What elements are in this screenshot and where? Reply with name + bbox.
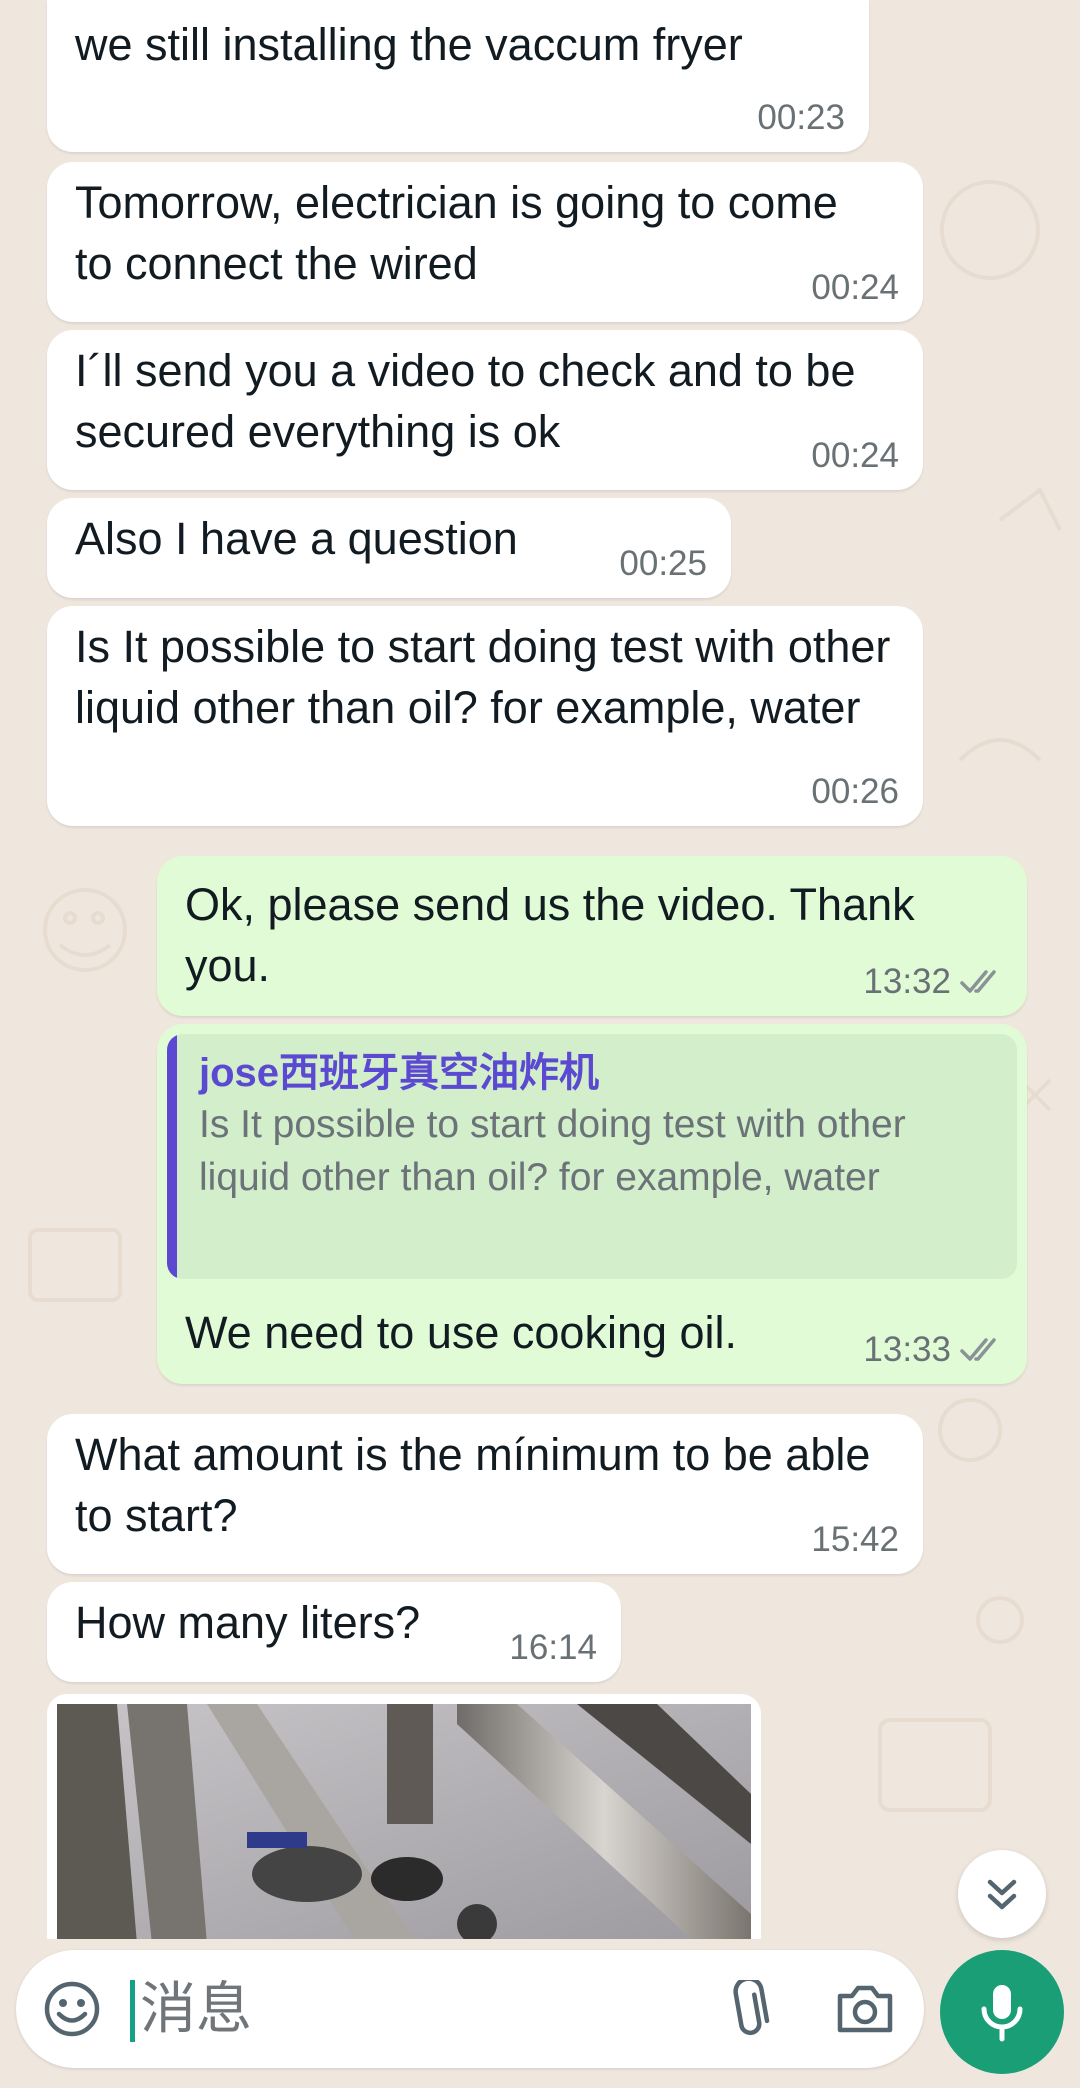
message-bubble-incoming[interactable]: we still installing the vaccum fryer 00:…	[47, 0, 869, 152]
photo-thumbnail	[57, 1704, 751, 1939]
message-text: We need to use cooking oil.	[185, 1307, 738, 1358]
message-input[interactable]: 消息	[140, 1976, 252, 2042]
message-time: 13:33	[863, 1330, 951, 1369]
message-meta: 00:24	[811, 268, 899, 308]
image-message[interactable]	[47, 1694, 761, 1939]
message-text: we still installing the vaccum fryer	[75, 19, 743, 70]
message-meta: 00:25	[619, 544, 707, 584]
message-meta: 13:33	[863, 1330, 1003, 1370]
quote-author: jose西班牙真空油炸机	[199, 1051, 600, 1095]
message-time: 00:26	[811, 772, 899, 811]
message-time: 00:23	[757, 98, 845, 137]
quote-text: Is It possible to start doing test with …	[199, 1103, 906, 1199]
message-composer[interactable]: 消息	[16, 1950, 924, 2068]
message-time: 00:24	[811, 268, 899, 307]
message-text: Tomorrow, electrician is going to come t…	[75, 177, 838, 289]
double-chevron-down-icon	[987, 1879, 1017, 1910]
text-cursor	[130, 1980, 135, 2042]
message-time: 13:32	[863, 962, 951, 1001]
message-meta: 00:26	[811, 772, 899, 812]
message-time: 16:14	[509, 1628, 597, 1667]
emoji-icon[interactable]	[42, 1979, 102, 2044]
message-text: What amount is the mínimum to be able to…	[75, 1429, 871, 1541]
message-meta: 00:23	[757, 98, 845, 138]
message-bubble-incoming[interactable]: Also I have a question 00:25	[47, 498, 731, 598]
message-bubble-outgoing[interactable]: Ok, please send us the video. Thank you.…	[157, 856, 1027, 1016]
message-bubble-incoming[interactable]: Tomorrow, electrician is going to come t…	[47, 162, 923, 322]
message-time: 15:42	[811, 1520, 899, 1559]
message-bubble-outgoing-reply[interactable]: jose西班牙真空油炸机 Is It possible to start doi…	[157, 1024, 1027, 1384]
message-time: 00:24	[811, 436, 899, 475]
scroll-to-bottom-button[interactable]	[958, 1850, 1046, 1938]
message-meta: 13:32	[863, 962, 1003, 1002]
microphone-button[interactable]	[940, 1950, 1064, 2074]
message-text: Also I have a question	[75, 513, 518, 564]
double-check-icon	[959, 968, 1003, 996]
message-meta: 16:14	[509, 1628, 597, 1668]
quote-accent-bar	[167, 1034, 177, 1279]
message-bubble-incoming[interactable]: How many liters? 16:14	[47, 1582, 621, 1682]
double-check-icon	[959, 1336, 1003, 1364]
message-bubble-incoming[interactable]: What amount is the mínimum to be able to…	[47, 1414, 923, 1574]
message-bubble-incoming[interactable]: I´ll send you a video to check and to be…	[47, 330, 923, 490]
camera-icon[interactable]	[834, 1978, 896, 2043]
message-meta: 00:24	[811, 436, 899, 476]
message-text: Is It possible to start doing test with …	[75, 621, 891, 733]
microphone-icon	[981, 1985, 1023, 2042]
message-bubble-incoming[interactable]: Is It possible to start doing test with …	[47, 606, 923, 826]
quoted-message[interactable]: jose西班牙真空油炸机 Is It possible to start doi…	[167, 1034, 1017, 1279]
message-meta: 15:42	[811, 1520, 899, 1560]
paperclip-icon[interactable]	[723, 1976, 773, 2047]
message-time: 00:25	[619, 544, 707, 583]
message-text: I´ll send you a video to check and to be…	[75, 345, 856, 457]
